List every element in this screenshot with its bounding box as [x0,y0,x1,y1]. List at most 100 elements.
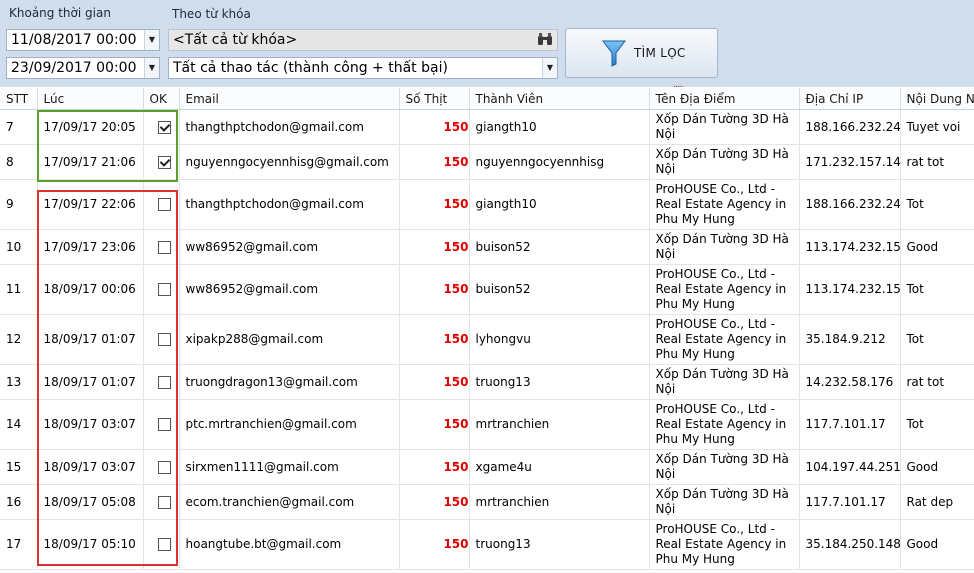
table-row[interactable]: 13 18/09/17 01:07 truongdragon13@gmail.com… [0,364,974,400]
stt-cell: 12 [0,314,38,365]
place-cell: ProHOUSE Co., Ltd - Real Estate Agency i… [649,314,800,365]
place-cell: ProHOUSE Co., Ltd - Real Estate Agency i… [649,264,800,315]
table-row[interactable]: 15 18/09/17 03:07 sirxmen1111@gmail.com 150… [0,449,974,485]
checkbox-icon[interactable] [157,155,171,169]
chevron-down-icon[interactable]: ▼ [144,30,159,50]
ok-cell [143,264,180,315]
stt-cell: 7 [0,109,38,145]
ip-cell: 35.184.250.148 [799,519,901,570]
ip-cell: 113.174.232.155 [799,229,901,265]
time-cell: 17/09/17 20:05 [37,109,144,145]
email-cell: thangthptchodon@gmail.com [179,179,400,230]
col-header-time[interactable]: Lúc [37,88,144,110]
checkbox-icon[interactable] [157,495,171,509]
content-cell: Tot [900,179,974,230]
checkbox-icon[interactable] [157,418,171,431]
content-cell: Tot [900,399,974,450]
member-cell: mrtranchien [469,484,650,520]
table-header: STT Lúc OK Email Số Thịt Thành Viên Tên … [0,88,974,110]
col-header-ok[interactable]: OK [143,88,180,110]
place-cell: Xốp Dán Tường 3D Hà Nội [649,449,800,485]
table-row[interactable]: 9 17/09/17 22:06 thangthptchodon@gmail.com… [0,179,974,230]
checkbox-icon[interactable] [157,538,171,551]
ok-cell [143,449,180,485]
ok-cell [143,314,180,365]
time-cell: 18/09/17 01:07 [37,314,144,365]
chevron-down-icon[interactable]: ▼ [144,58,159,78]
member-cell: truong13 [469,364,650,400]
filter-button[interactable]: TÌM LỌC [565,28,718,78]
email-cell: sirxmen1111@gmail.com [179,449,400,485]
checkbox-icon[interactable] [157,460,171,474]
table-row[interactable]: 10 17/09/17 23:06 ww86952@gmail.com 150 buis… [0,229,974,265]
member-cell: nguyenngocyennhisg [469,144,650,180]
place-cell: Xốp Dán Tường 3D Hà Nội [649,364,800,400]
content-cell: Good [900,519,974,570]
meat-cell: 150 [399,399,470,450]
meat-cell: 150 [399,449,470,485]
binoculars-icon[interactable] [537,32,553,53]
chevron-down-icon[interactable]: ▼ [542,58,557,78]
table-row[interactable]: 8 17/09/17 21:06 nguyenngocyennhisg@gmail.… [0,144,974,180]
time-cell: 17/09/17 23:06 [37,229,144,265]
ip-cell: 113.174.232.155 [799,264,901,315]
time-cell: 18/09/17 03:07 [37,449,144,485]
action-filter-value: Tất cả thao tác (thành công + thất bại) [173,60,448,76]
meat-cell: 150 [399,484,470,520]
member-cell: mrtranchien [469,399,650,450]
place-cell: ProHOUSE Co., Ltd - Real Estate Agency i… [649,399,800,450]
stt-cell: 15 [0,449,38,485]
time-range-label: Khoảng thời gian [9,6,111,20]
table-row[interactable]: 7 17/09/17 20:05 thangthptchodon@gmail.com… [0,109,974,145]
ip-cell: 117.7.101.17 [799,399,901,450]
checkbox-icon[interactable] [157,333,171,346]
stt-cell: 8 [0,144,38,180]
ok-cell [143,229,180,265]
member-cell: lyhongvu [469,314,650,365]
keyword-field[interactable]: <Tất cả từ khóa> [168,29,558,51]
table-row[interactable]: 16 18/09/17 05:08 ecom.tranchien@gmail.com… [0,484,974,520]
date-from-picker[interactable]: 11/08/2017 00:00 ▼ [6,29,160,51]
stt-cell: 14 [0,399,38,450]
member-cell: giangth10 [469,179,650,230]
checkbox-icon[interactable] [157,198,171,211]
place-cell: ProHOUSE Co., Ltd - Real Estate Agency i… [649,519,800,570]
ok-cell [143,519,180,570]
meat-cell: 150 [399,229,470,265]
table-row[interactable]: 17 18/09/17 05:10 hoangtube.bt@gmail.com 15… [0,519,974,570]
stt-cell: 11 [0,264,38,315]
email-cell: xipakp288@gmail.com [179,314,400,365]
col-header-member[interactable]: Thành Viên [469,88,650,110]
col-header-place[interactable]: Tên Địa Điểm [649,88,800,110]
table-row[interactable]: 11 18/09/17 00:06 ww86952@gmail.com 150 buis… [0,264,974,315]
date-to-picker[interactable]: 23/09/2017 00:00 ▼ [6,57,160,79]
ip-cell: 35.184.9.212 [799,314,901,365]
col-header-meat[interactable]: Số Thịt [399,88,470,110]
table-row[interactable]: 12 18/09/17 01:07 xipakp288@gmail.com 150 ly… [0,314,974,365]
content-cell: Tuyet voi [900,109,974,145]
email-cell: thangthptchodon@gmail.com [179,109,400,145]
content-cell: Tot [900,264,974,315]
place-cell: Xốp Dán Tường 3D Hà Nội [649,484,800,520]
place-cell: Xốp Dán Tường 3D Hà Nội [649,229,800,265]
time-cell: 18/09/17 05:08 [37,484,144,520]
checkbox-icon[interactable] [157,120,171,134]
col-header-content[interactable]: Nội Dung Nh [900,88,974,110]
time-cell: 17/09/17 22:06 [37,179,144,230]
meat-cell: 150 [399,144,470,180]
col-header-stt[interactable]: STT [0,88,38,110]
meat-cell: 150 [399,314,470,365]
email-cell: ecom.tranchien@gmail.com [179,484,400,520]
ip-cell: 188.166.232.245 [799,109,901,145]
col-header-email[interactable]: Email [179,88,400,110]
table-body: 7 17/09/17 20:05 thangthptchodon@gmail.com… [0,109,974,570]
checkbox-icon[interactable] [157,375,171,389]
filter-button-label: TÌM LỌC [634,46,686,60]
table-row[interactable]: 14 18/09/17 03:07 ptc.mrtranchien@gmail.co… [0,399,974,450]
action-filter-select[interactable]: Tất cả thao tác (thành công + thất bại) … [168,57,558,79]
col-header-ip[interactable]: Địa Chỉ IP [799,88,901,110]
checkbox-icon[interactable] [157,283,171,296]
checkbox-icon[interactable] [157,240,171,254]
email-cell: ww86952@gmail.com [179,264,400,315]
ip-cell: 171.232.157.148 [799,144,901,180]
